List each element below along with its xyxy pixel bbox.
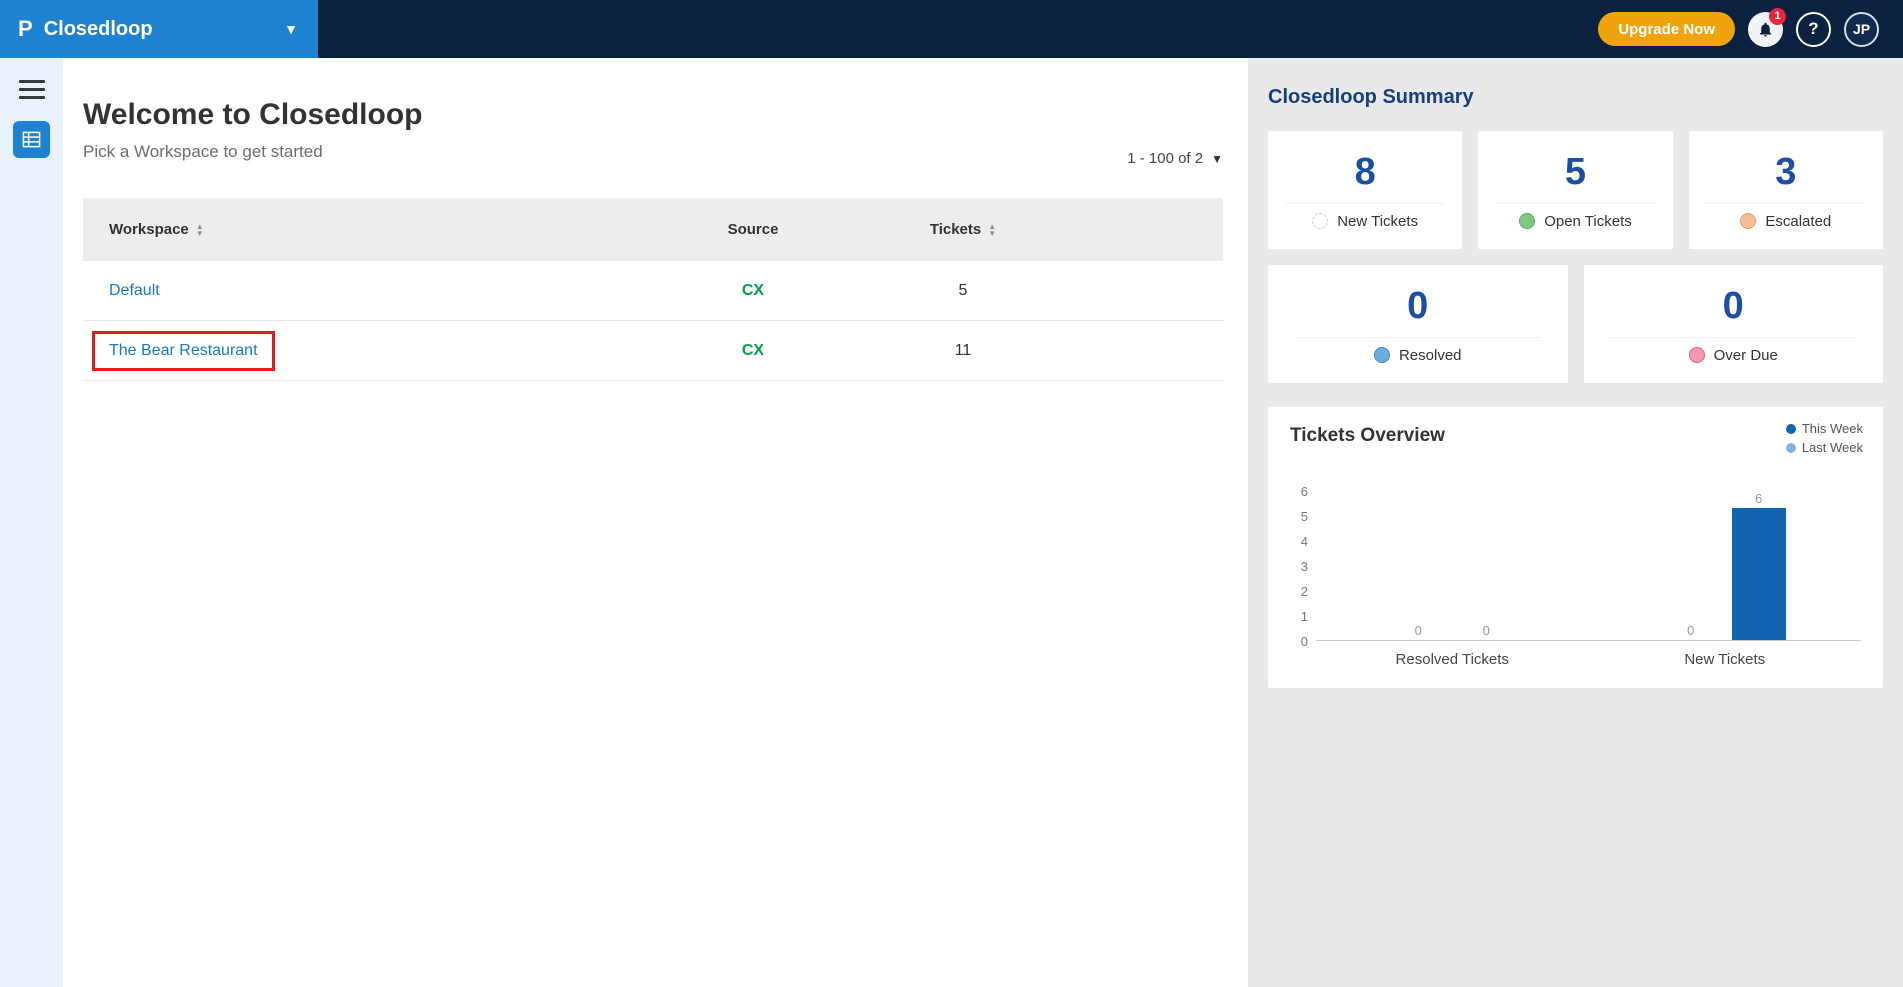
summary-card: 5 Open Tickets <box>1478 131 1672 249</box>
bar-value-label: 0 <box>1687 623 1694 638</box>
avatar-initials: JP <box>1853 21 1870 37</box>
summary-card-label-row: Over Due <box>1610 337 1856 364</box>
highlight-box: The Bear Restaurant <box>92 331 275 371</box>
tickets-cell: 5 <box>863 282 1063 300</box>
chart-bar <box>1732 508 1786 640</box>
summary-card-value: 5 <box>1565 151 1586 194</box>
table-icon <box>22 130 41 149</box>
summary-card-value: 0 <box>1723 285 1744 328</box>
app-window: P Closedloop ▼ Upgrade Now 1 ? JP <box>0 0 1903 987</box>
summary-card-value: 0 <box>1407 285 1428 328</box>
chart-y-axis: 6543210 <box>1290 491 1316 641</box>
summary-card-label: Over Due <box>1714 347 1778 364</box>
summary-card-label-row: Escalated <box>1706 203 1865 230</box>
y-axis-tick: 6 <box>1301 484 1308 499</box>
help-button[interactable]: ? <box>1796 12 1831 47</box>
sidebar-item-workspaces[interactable] <box>13 121 50 158</box>
hamburger-menu-icon[interactable] <box>19 80 45 99</box>
workspace-link[interactable]: The Bear Restaurant <box>109 342 258 359</box>
status-circle-icon <box>1519 213 1535 229</box>
chart-plot: 0006 <box>1316 491 1861 641</box>
workspace-link[interactable]: Default <box>109 282 160 299</box>
chart-bar-group: 00 <box>1316 491 1589 640</box>
chart-categories: Resolved TicketsNew Tickets <box>1316 651 1861 668</box>
table-rows: DefaultCX5The Bear RestaurantCX11 <box>83 261 1223 381</box>
column-header-workspace[interactable]: Workspace ▲▼ <box>83 221 643 238</box>
main-content: Welcome to Closedloop Pick a Workspace t… <box>63 58 1248 987</box>
table-row: The Bear Restaurant CX11 <box>83 321 1223 381</box>
top-bar: P Closedloop ▼ Upgrade Now 1 ? JP <box>0 0 1903 58</box>
chart-category-label: New Tickets <box>1589 651 1862 668</box>
summary-card-label-row: Resolved <box>1295 337 1541 364</box>
chart-legend: This Week Last Week <box>1786 421 1863 459</box>
summary-card: 0 Resolved <box>1268 265 1568 383</box>
notification-badge: 1 <box>1769 8 1786 25</box>
status-circle-icon <box>1312 213 1328 229</box>
summary-title: Closedloop Summary <box>1268 86 1883 109</box>
bar-value-label: 0 <box>1483 623 1490 638</box>
chevron-down-icon: ▼ <box>284 21 298 37</box>
status-circle-icon <box>1689 347 1705 363</box>
bar-value-label: 0 <box>1415 623 1422 638</box>
workspace-table: Workspace ▲▼ Source Tickets ▲▼ Default CX… <box>83 198 1223 381</box>
summary-row-2: 0 Resolved 0 Over Due <box>1268 265 1883 383</box>
pagination-label: 1 - 100 of 2 <box>1127 150 1203 167</box>
summary-card-label: Resolved <box>1399 347 1462 364</box>
pagination-control[interactable]: 1 - 100 of 2 ▼ <box>1127 150 1223 167</box>
chart-bar-group: 06 <box>1589 491 1862 640</box>
brand-name: Closedloop <box>44 18 153 41</box>
upgrade-now-button[interactable]: Upgrade Now <box>1598 12 1735 46</box>
source-cell: CX <box>643 282 863 300</box>
help-icon: ? <box>1808 19 1818 39</box>
summary-card-label: Open Tickets <box>1544 213 1632 230</box>
brand-logo: P <box>18 16 32 42</box>
bar-value-label: 6 <box>1755 491 1762 506</box>
sort-icon[interactable]: ▲▼ <box>196 223 204 237</box>
y-axis-tick: 2 <box>1301 584 1308 599</box>
tickets-cell: 11 <box>863 342 1063 360</box>
avatar[interactable]: JP <box>1844 12 1879 47</box>
summary-card-value: 8 <box>1355 151 1376 194</box>
sort-icon[interactable]: ▲▼ <box>988 223 996 237</box>
page-title: Welcome to Closedloop <box>83 98 1223 132</box>
y-axis-tick: 4 <box>1301 534 1308 549</box>
summary-row-1: 8 New Tickets 5 Open Tickets 3 Escalated <box>1268 131 1883 249</box>
summary-card: 3 Escalated <box>1689 131 1883 249</box>
chart-title: Tickets Overview <box>1290 425 1861 447</box>
y-axis-tick: 3 <box>1301 559 1308 574</box>
workspace-switcher[interactable]: P Closedloop ▼ <box>0 0 318 58</box>
summary-card-label: New Tickets <box>1337 213 1418 230</box>
summary-panel: Closedloop Summary 8 New Tickets 5 Open Tic… <box>1248 58 1903 987</box>
sidebar <box>0 58 63 987</box>
summary-card-label-row: Open Tickets <box>1496 203 1655 230</box>
topbar-actions: Upgrade Now 1 ? JP <box>1598 12 1903 47</box>
legend-item: Last Week <box>1786 440 1863 455</box>
y-axis-tick: 0 <box>1301 634 1308 649</box>
status-circle-icon <box>1374 347 1390 363</box>
legend-dot-icon <box>1786 443 1796 453</box>
tickets-overview-card: Tickets Overview This Week Last Week 6 5 4 3… <box>1268 407 1883 688</box>
summary-card-label-row: New Tickets <box>1285 203 1444 230</box>
page-subtitle: Pick a Workspace to get started <box>83 142 1223 162</box>
summary-card: 0 Over Due <box>1584 265 1884 383</box>
column-header-source[interactable]: Source <box>643 221 863 238</box>
summary-card-label: Escalated <box>1765 213 1831 230</box>
chevron-down-icon: ▼ <box>1211 152 1223 166</box>
chart-category-label: Resolved Tickets <box>1316 651 1589 668</box>
chart-area: 6543210 0006 <box>1290 491 1861 641</box>
notifications-button[interactable]: 1 <box>1748 12 1783 47</box>
summary-card: 8 New Tickets <box>1268 131 1462 249</box>
summary-card-value: 3 <box>1775 151 1796 194</box>
status-circle-icon <box>1740 213 1756 229</box>
table-header: Workspace ▲▼ Source Tickets ▲▼ <box>83 198 1223 261</box>
table-row: Default CX5 <box>83 261 1223 321</box>
source-cell: CX <box>643 342 863 360</box>
legend-item: This Week <box>1786 421 1863 436</box>
y-axis-tick: 1 <box>1301 609 1308 624</box>
y-axis-tick: 5 <box>1301 509 1308 524</box>
legend-dot-icon <box>1786 424 1796 434</box>
column-header-tickets[interactable]: Tickets ▲▼ <box>863 221 1063 238</box>
